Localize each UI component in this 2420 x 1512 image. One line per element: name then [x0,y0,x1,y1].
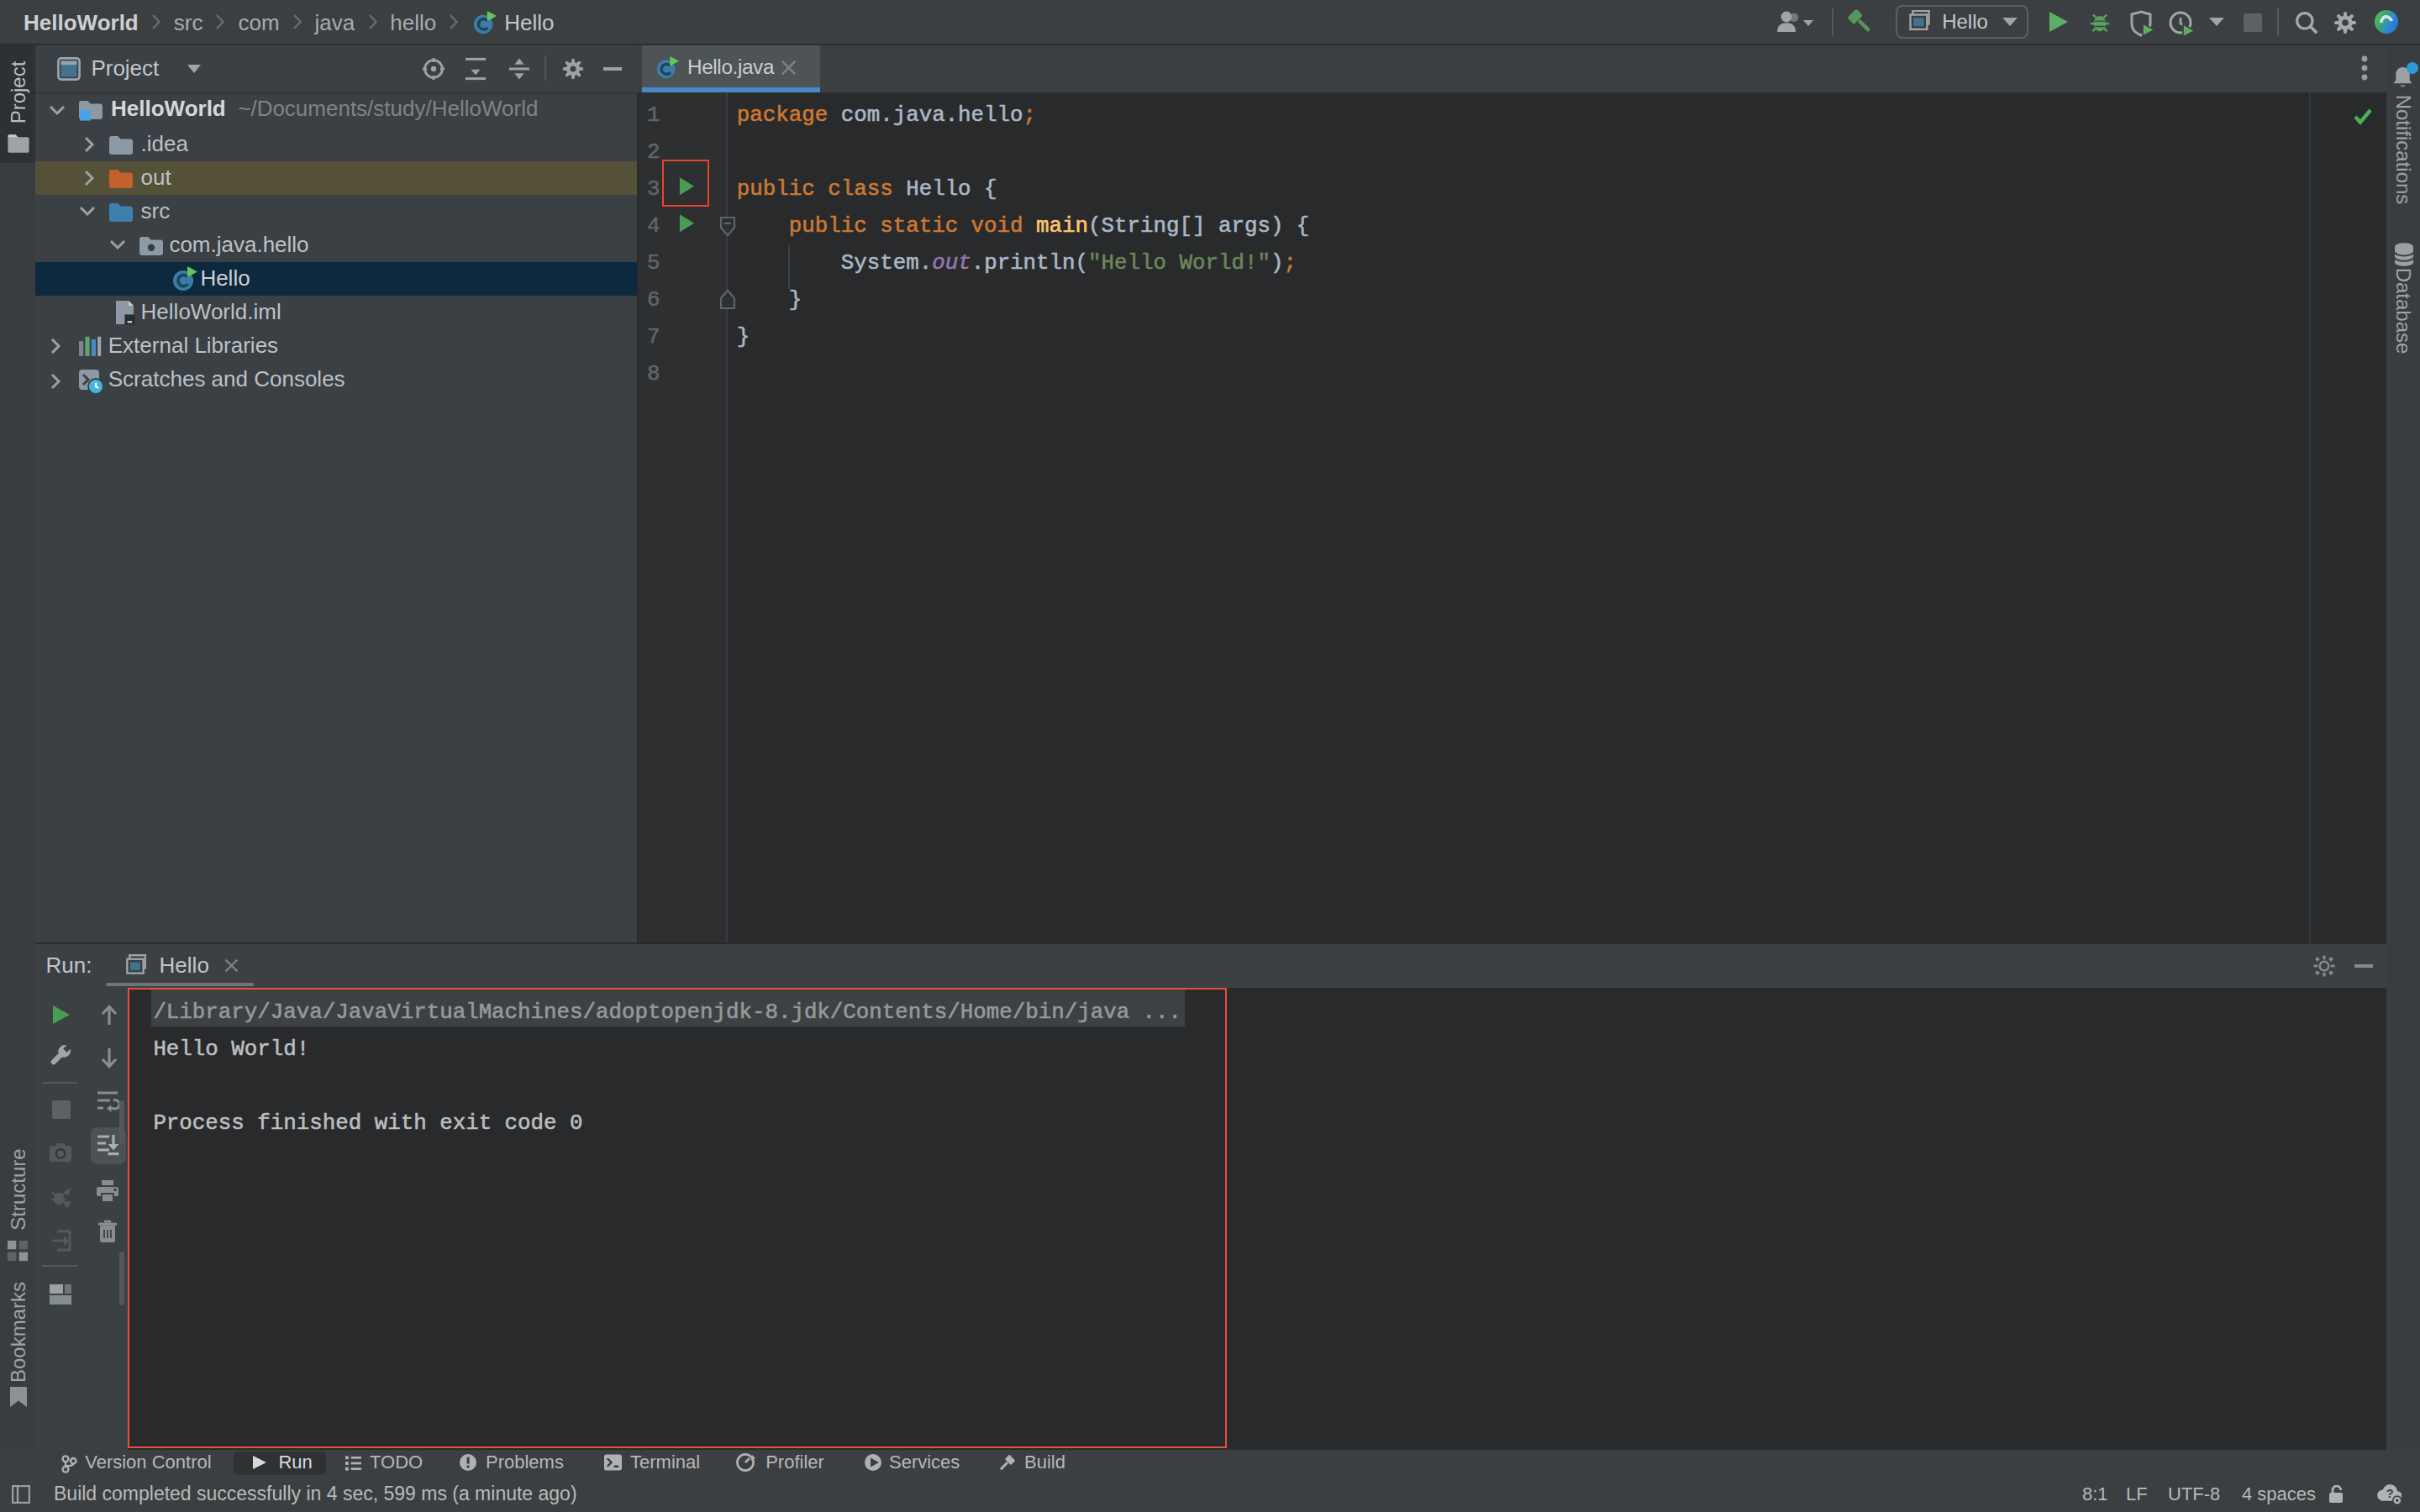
svg-text:?: ? [2386,1488,2393,1501]
